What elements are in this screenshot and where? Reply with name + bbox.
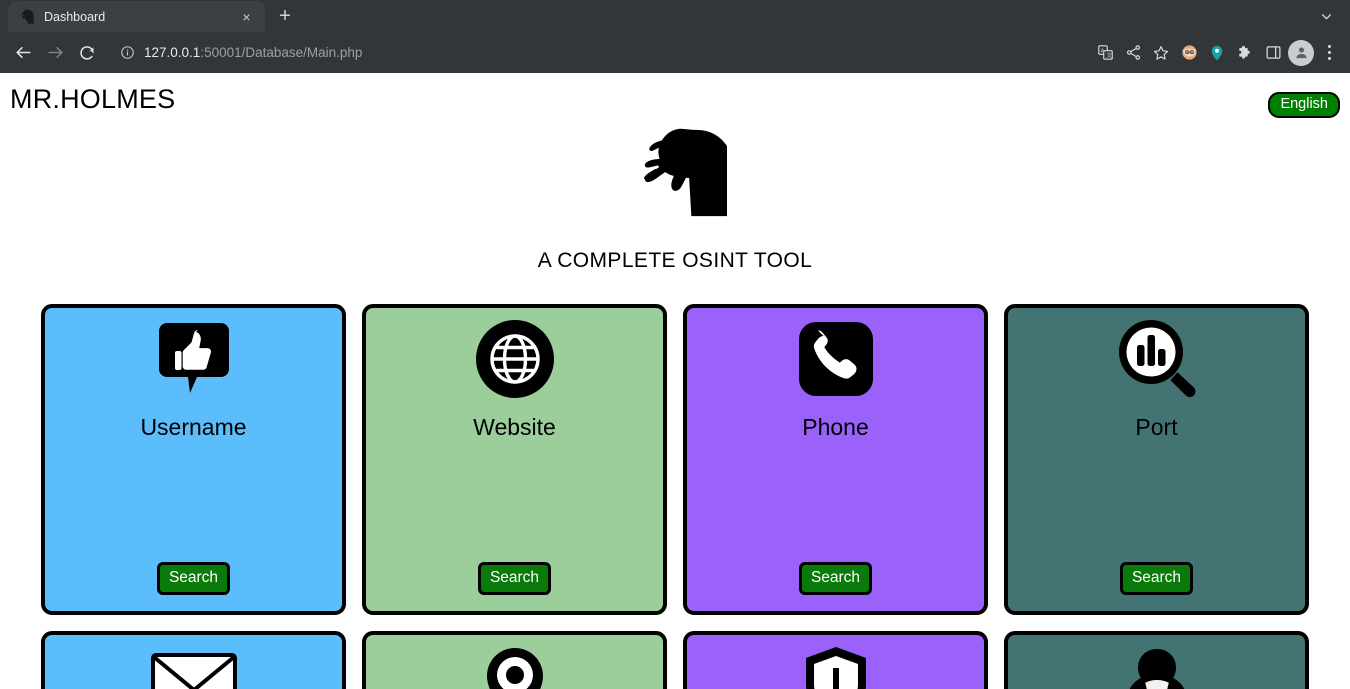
browser-window: Dashboard × + 127.0.0.1:50001/Database/M… (0, 0, 1350, 689)
extension-teal-icon[interactable] (1204, 40, 1230, 66)
side-panel-icon[interactable] (1260, 40, 1286, 66)
card-label: Phone (802, 413, 869, 440)
profile-avatar-icon[interactable] (1288, 39, 1314, 66)
card-phone[interactable]: Phone Search (683, 303, 988, 615)
search-button-website[interactable]: Search (477, 561, 552, 595)
card-shield[interactable] (683, 630, 988, 689)
tab-strip: Dashboard × + (0, 0, 1350, 32)
card-website[interactable]: Website Search (362, 303, 667, 615)
kebab-dot (1327, 57, 1331, 60)
new-tab-button[interactable]: + (271, 2, 299, 30)
url-host: 127.0.0.1 (144, 45, 201, 60)
url-path: :50001/Database/Main.php (200, 45, 363, 60)
search-card-grid: Username Search Website Search Phone Sea… (0, 303, 1350, 615)
phone-handset-icon (798, 320, 873, 398)
bookmark-star-icon[interactable] (1148, 40, 1174, 66)
language-badge[interactable]: English (1268, 92, 1340, 118)
search-card-grid-row2 (0, 630, 1350, 689)
logo-container (0, 122, 1350, 231)
sherlock-silhouette-favicon (18, 8, 35, 25)
search-button-phone[interactable]: Search (798, 561, 873, 595)
kebab-dot (1327, 51, 1331, 54)
card-email[interactable] (41, 630, 346, 689)
svg-text:A: A (1100, 48, 1104, 54)
search-button-port[interactable]: Search (1119, 561, 1194, 595)
info-circle-icon[interactable] (119, 45, 135, 61)
card-port[interactable]: Port Search (1004, 303, 1309, 615)
browser-toolbar: 127.0.0.1:50001/Database/Main.php A 文 (0, 32, 1350, 73)
back-arrow-icon[interactable] (8, 38, 38, 68)
tab-title: Dashboard (44, 9, 106, 24)
kebab-dot (1327, 45, 1331, 48)
chevron-down-icon[interactable] (1312, 2, 1340, 30)
port-scan-magnifier-icon (1116, 319, 1198, 398)
card-person[interactable] (1004, 630, 1309, 689)
card-label: Port (1135, 413, 1178, 440)
extension-avatar-icon[interactable] (1176, 40, 1202, 66)
page-content: MR.HOLMES English A COMPLETE OSINT TOOL (0, 73, 1350, 689)
forward-arrow-icon[interactable] (40, 38, 70, 68)
search-button-username[interactable]: Search (156, 561, 231, 595)
globe-icon (475, 319, 554, 398)
page-title: MR.HOLMES (10, 84, 176, 114)
location-pin-icon (480, 647, 550, 689)
puzzle-extensions-icon[interactable] (1232, 40, 1258, 66)
thumbs-up-speech-bubble-icon (157, 320, 231, 398)
card-label: Website (473, 413, 556, 440)
envelope-email-icon (150, 647, 237, 689)
reload-icon[interactable] (72, 38, 102, 68)
kebab-menu-icon[interactable] (1316, 40, 1342, 66)
card-location[interactable] (362, 630, 667, 689)
person-avatar-icon (1120, 647, 1194, 689)
sherlock-holmes-silhouette (623, 122, 736, 231)
translate-icon[interactable]: A 文 (1092, 40, 1118, 66)
card-username[interactable]: Username Search (41, 303, 346, 615)
page-header: MR.HOLMES English (0, 73, 1350, 118)
tab-close-icon[interactable]: × (238, 8, 255, 25)
shield-badge-icon (801, 646, 871, 689)
share-icon[interactable] (1120, 40, 1146, 66)
browser-tab-dashboard[interactable]: Dashboard × (8, 1, 265, 32)
card-label: Username (140, 413, 247, 440)
page-tagline: A COMPLETE OSINT TOOL (537, 248, 813, 272)
address-bar[interactable]: 127.0.0.1:50001/Database/Main.php (109, 39, 1083, 67)
address-bar-url: 127.0.0.1:50001/Database/Main.php (144, 45, 362, 60)
